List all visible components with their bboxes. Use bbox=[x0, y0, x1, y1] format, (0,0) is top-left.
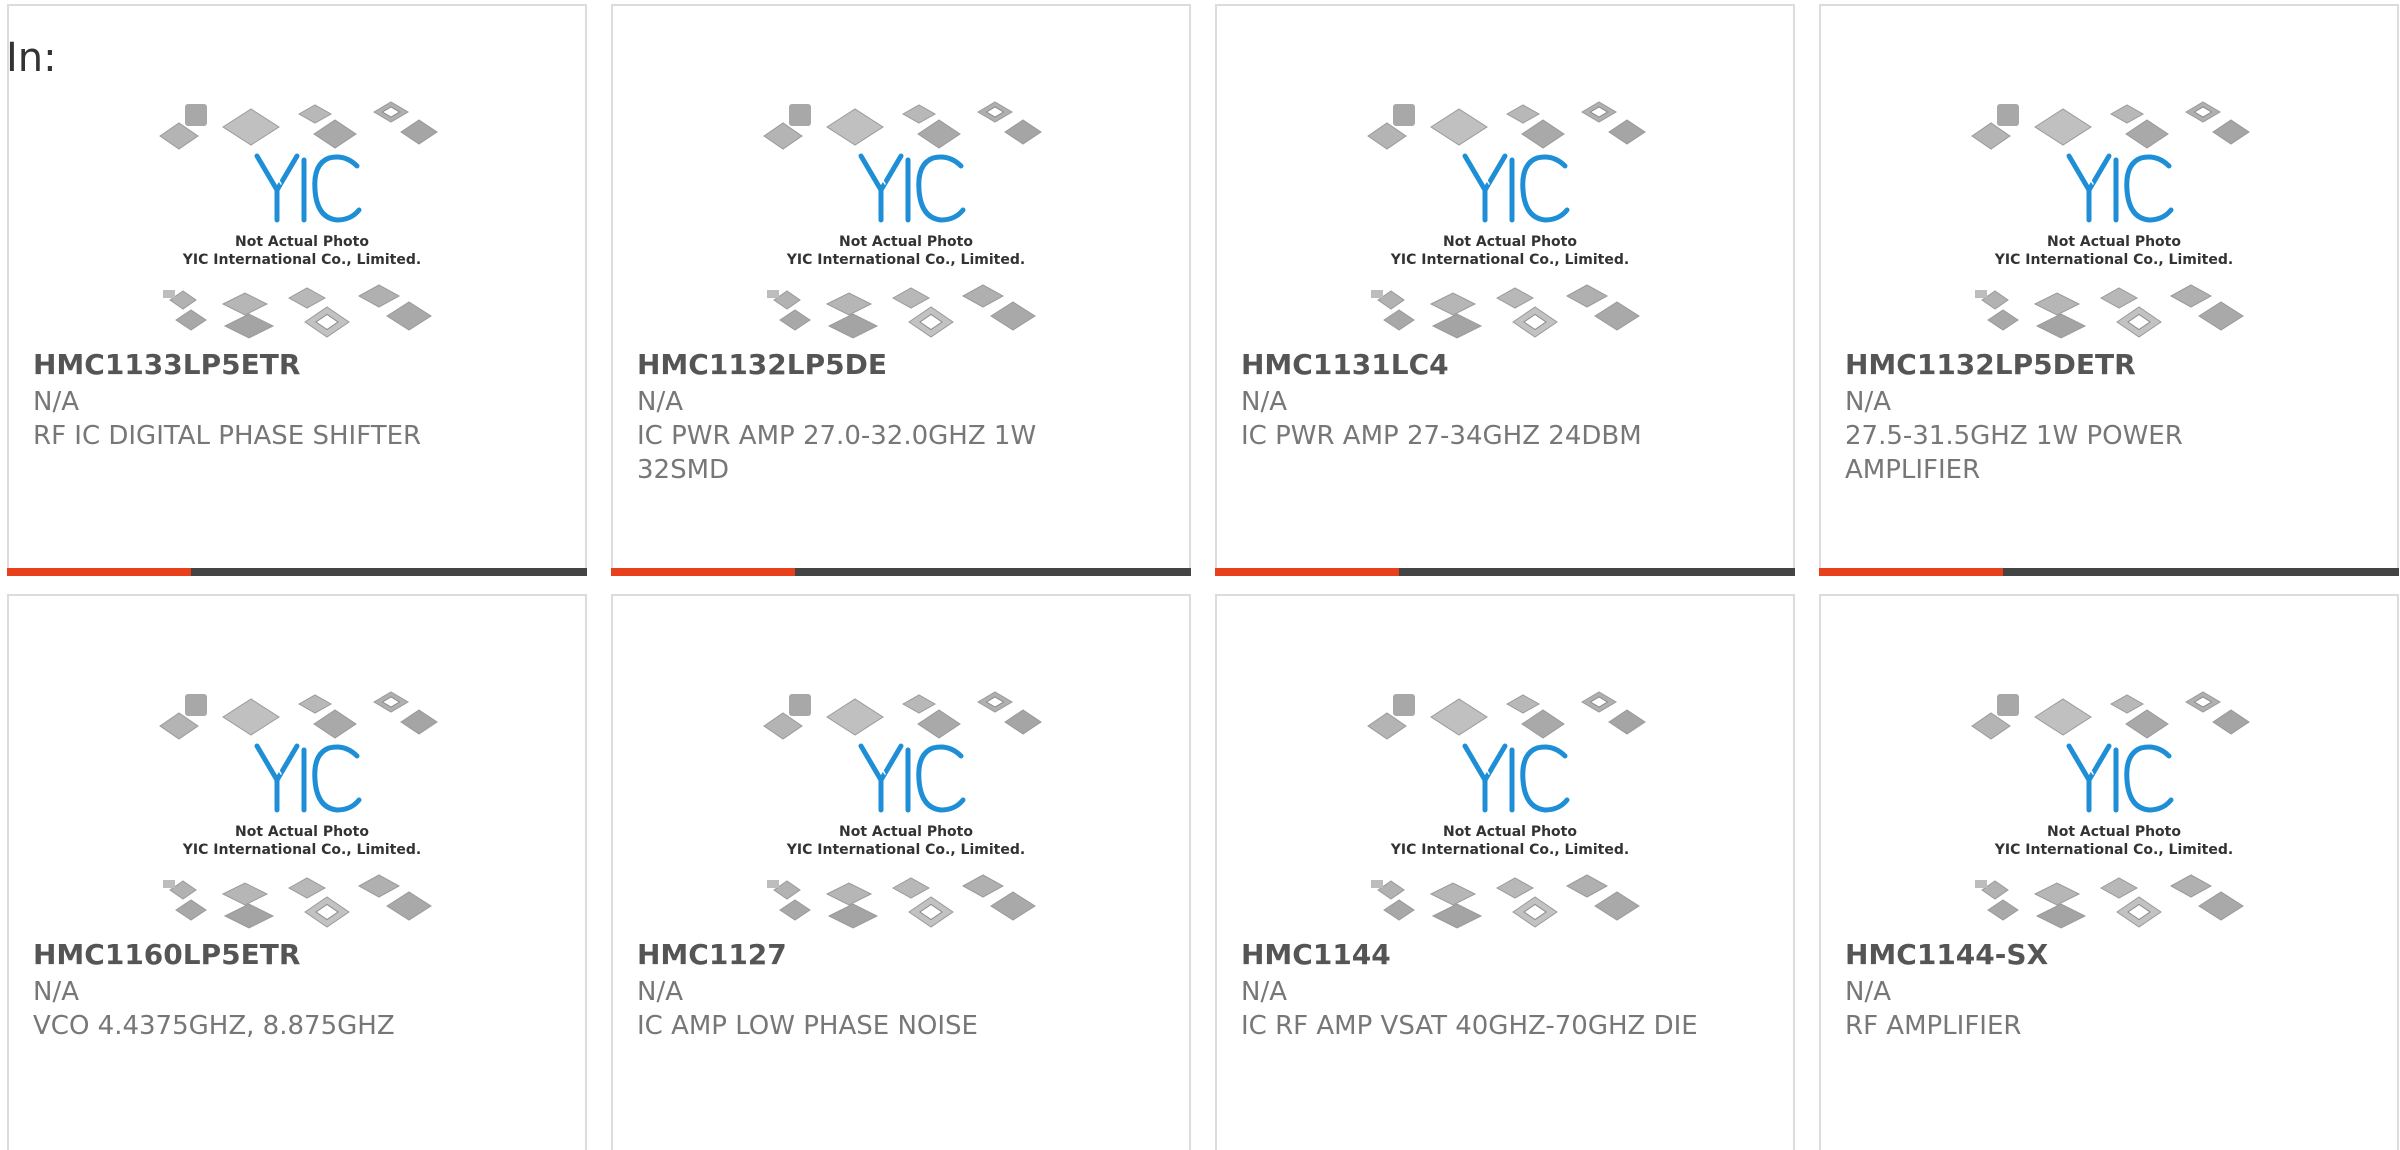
not-actual-photo-image[interactable]: Not Actual Photo YIC International Co., L… bbox=[1365, 94, 1655, 346]
card-bottom-bar bbox=[1215, 568, 1795, 576]
manufacturer-text: N/A bbox=[637, 977, 683, 1007]
chip-images-bottom bbox=[767, 874, 1036, 929]
manufacturer-text: N/A bbox=[1845, 977, 1891, 1007]
yic-logo bbox=[1462, 153, 1570, 223]
part-number-link[interactable]: HMC1133LP5ETR bbox=[33, 348, 300, 382]
yic-logo bbox=[858, 743, 966, 813]
not-actual-photo-image[interactable]: Not Actual Photo YIC International Co., L… bbox=[157, 684, 447, 936]
product-card[interactable]: Not Actual Photo YIC International Co., L… bbox=[7, 4, 587, 576]
chip-images-top bbox=[1971, 101, 2250, 150]
not-actual-photo-caption: Not Actual Photo bbox=[235, 234, 369, 250]
yic-logo bbox=[254, 153, 362, 223]
company-caption: YIC International Co., Limited. bbox=[786, 252, 1025, 268]
description-text: 27.5-31.5GHZ 1W POWER AMPLIFIER bbox=[1845, 421, 2183, 485]
yic-logo bbox=[858, 153, 966, 223]
not-actual-photo-image[interactable]: Not Actual Photo YIC International Co., L… bbox=[761, 94, 1051, 346]
chip-images-bottom bbox=[1975, 874, 2244, 929]
description-text: IC RF AMP VSAT 40GHZ-70GHZ DIE bbox=[1241, 1011, 1698, 1041]
not-actual-photo-image[interactable]: Not Actual Photo YIC International Co., L… bbox=[1365, 684, 1655, 936]
chip-images-bottom bbox=[163, 284, 432, 339]
product-card[interactable]: Not Actual Photo YIC International Co., L… bbox=[1215, 594, 1795, 1150]
not-actual-photo-caption: Not Actual Photo bbox=[2047, 824, 2181, 840]
chip-images-top bbox=[1971, 691, 2250, 740]
description-text: RF IC DIGITAL PHASE SHIFTER bbox=[33, 421, 422, 451]
not-actual-photo-image[interactable]: Not Actual Photo YIC International Co., L… bbox=[761, 684, 1051, 936]
description-text: IC AMP LOW PHASE NOISE bbox=[637, 1011, 978, 1041]
company-caption: YIC International Co., Limited. bbox=[786, 842, 1025, 858]
product-card[interactable]: Not Actual Photo YIC International Co., L… bbox=[611, 4, 1191, 576]
manufacturer-text: N/A bbox=[33, 387, 79, 417]
product-card[interactable]: Not Actual Photo YIC International Co., L… bbox=[1819, 594, 2399, 1150]
product-grid: Not Actual Photo YIC International Co., L… bbox=[7, 4, 2399, 1150]
part-number-link[interactable]: HMC1132LP5DE bbox=[637, 348, 887, 382]
not-actual-photo-image[interactable]: Not Actual Photo YIC International Co., L… bbox=[1969, 684, 2259, 936]
product-card[interactable]: Not Actual Photo YIC International Co., L… bbox=[1215, 4, 1795, 576]
yic-logo bbox=[1462, 743, 1570, 813]
card-bottom-bar bbox=[611, 568, 1191, 576]
description-text: IC PWR AMP 27.0-32.0GHZ 1W 32SMD bbox=[637, 421, 1037, 485]
description-text: IC PWR AMP 27-34GHZ 24DBM bbox=[1241, 421, 1642, 451]
company-caption: YIC International Co., Limited. bbox=[1390, 252, 1629, 268]
not-actual-photo-image[interactable]: Not Actual Photo YIC International Co., L… bbox=[1969, 94, 2259, 346]
manufacturer-text: N/A bbox=[1241, 977, 1287, 1007]
product-listing-page: In: Not Actual Photo YIC International Co… bbox=[0, 0, 2400, 1150]
not-actual-photo-caption: Not Actual Photo bbox=[1443, 824, 1577, 840]
part-number-link[interactable]: HMC1127 bbox=[637, 938, 787, 972]
chip-images-top bbox=[159, 101, 438, 150]
part-number-link[interactable]: HMC1131LC4 bbox=[1241, 348, 1449, 382]
yic-logo bbox=[2066, 153, 2174, 223]
company-caption: YIC International Co., Limited. bbox=[182, 252, 421, 268]
chip-images-bottom bbox=[767, 284, 1036, 339]
product-card[interactable]: Not Actual Photo YIC International Co., L… bbox=[611, 594, 1191, 1150]
chip-images-top bbox=[159, 691, 438, 740]
description-text: RF AMPLIFIER bbox=[1845, 1011, 2022, 1041]
part-number-link[interactable]: HMC1144-SX bbox=[1845, 938, 2048, 972]
chip-images-bottom bbox=[163, 874, 432, 929]
manufacturer-text: N/A bbox=[637, 387, 683, 417]
product-card[interactable]: Not Actual Photo YIC International Co., L… bbox=[7, 594, 587, 1150]
part-number-link[interactable]: HMC1132LP5DETR bbox=[1845, 348, 2136, 382]
manufacturer-text: N/A bbox=[1241, 387, 1287, 417]
chip-images-bottom bbox=[1371, 284, 1640, 339]
yic-logo bbox=[2066, 743, 2174, 813]
part-number-link[interactable]: HMC1144 bbox=[1241, 938, 1391, 972]
description-text: VCO 4.4375GHZ, 8.875GHZ bbox=[33, 1011, 395, 1041]
not-actual-photo-caption: Not Actual Photo bbox=[2047, 234, 2181, 250]
chip-images-top bbox=[1367, 101, 1646, 150]
card-bottom-bar bbox=[7, 568, 587, 576]
part-number-link[interactable]: HMC1160LP5ETR bbox=[33, 938, 300, 972]
not-actual-photo-caption: Not Actual Photo bbox=[1443, 234, 1577, 250]
company-caption: YIC International Co., Limited. bbox=[1994, 842, 2233, 858]
yic-logo bbox=[254, 743, 362, 813]
product-card[interactable]: Not Actual Photo YIC International Co., L… bbox=[1819, 4, 2399, 576]
company-caption: YIC International Co., Limited. bbox=[182, 842, 421, 858]
in-label: In: bbox=[6, 35, 57, 81]
chip-images-bottom bbox=[1371, 874, 1640, 929]
chip-images-top bbox=[763, 691, 1042, 740]
chip-images-top bbox=[763, 101, 1042, 150]
not-actual-photo-caption: Not Actual Photo bbox=[839, 824, 973, 840]
manufacturer-text: N/A bbox=[33, 977, 79, 1007]
not-actual-photo-caption: Not Actual Photo bbox=[839, 234, 973, 250]
manufacturer-text: N/A bbox=[1845, 387, 1891, 417]
company-caption: YIC International Co., Limited. bbox=[1390, 842, 1629, 858]
chip-images-top bbox=[1367, 691, 1646, 740]
company-caption: YIC International Co., Limited. bbox=[1994, 252, 2233, 268]
not-actual-photo-caption: Not Actual Photo bbox=[235, 824, 369, 840]
not-actual-photo-image[interactable]: Not Actual Photo YIC International Co., L… bbox=[157, 94, 447, 346]
card-bottom-bar bbox=[1819, 568, 2399, 576]
chip-images-bottom bbox=[1975, 284, 2244, 339]
